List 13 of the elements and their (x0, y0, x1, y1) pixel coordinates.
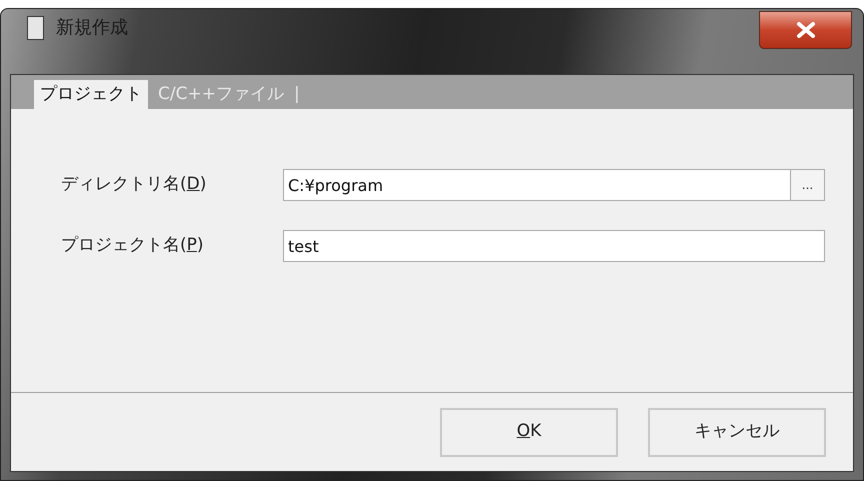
window-title: 新規作成 (56, 16, 128, 40)
field-label: ディレクトリ名(D) (61, 173, 208, 196)
window-icon (27, 16, 44, 40)
text-field[interactable]: C:¥program (283, 169, 791, 201)
close-icon (796, 22, 816, 38)
field-label: プロジェクト名(P) (61, 234, 205, 258)
tab[interactable]: プロジェクト (34, 80, 148, 109)
text-field[interactable]: test (283, 230, 825, 262)
dialog-button[interactable]: キャンセル (648, 408, 826, 456)
browse-button[interactable]: ... (791, 169, 825, 201)
close-button[interactable] (759, 11, 852, 49)
dialog-button[interactable]: OK (440, 408, 618, 456)
tab-separator: | (294, 83, 300, 106)
